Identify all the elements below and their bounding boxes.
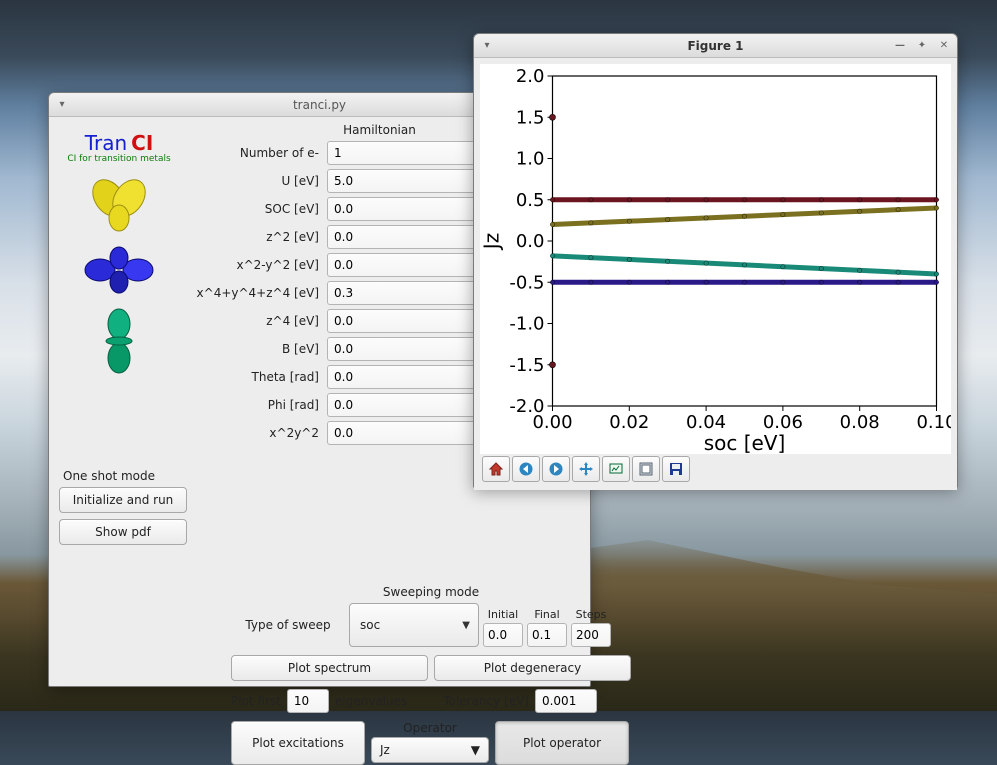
figure-titlebar[interactable]: ▾ Figure 1 — ✦ ✕: [474, 34, 957, 58]
ham-field-label: z^4 [eV]: [177, 314, 327, 328]
ham-field-label: x^2y^2: [177, 426, 327, 440]
ham-field-label: Theta [rad]: [177, 370, 327, 384]
plot-degeneracy-button[interactable]: Plot degeneracy: [434, 655, 631, 681]
svg-text:0.5: 0.5: [516, 190, 545, 211]
initial-input[interactable]: [483, 623, 523, 647]
svg-text:soc [eV]: soc [eV]: [704, 431, 786, 454]
svg-text:-1.0: -1.0: [509, 314, 544, 335]
window-menu-icon[interactable]: ▾: [480, 38, 494, 52]
type-of-sweep-label: Type of sweep: [231, 618, 345, 632]
ham-field-label: U [eV]: [177, 174, 327, 188]
ham-field-label: SOC [eV]: [177, 202, 327, 216]
svg-text:0.0: 0.0: [516, 231, 545, 252]
figure-title: Figure 1: [687, 39, 743, 53]
home-icon[interactable]: [482, 456, 510, 482]
plot-first-input[interactable]: [287, 689, 329, 713]
svg-text:-1.5: -1.5: [509, 355, 544, 376]
ham-field-label: x^2-y^2 [eV]: [177, 258, 327, 272]
pan-icon[interactable]: [572, 456, 600, 482]
tolerancy-input[interactable]: [535, 689, 597, 713]
save-icon[interactable]: [662, 456, 690, 482]
steps-input[interactable]: [571, 623, 611, 647]
svg-text:0.04: 0.04: [686, 412, 726, 433]
plot-first-label: Plot first: [231, 694, 281, 708]
ham-field-label: z^2 [eV]: [177, 230, 327, 244]
matplotlib-toolbar: [480, 454, 951, 484]
show-pdf-button[interactable]: Show pdf: [59, 519, 187, 545]
maximize-icon[interactable]: ✦: [915, 38, 929, 52]
tranci-title: tranci.py: [293, 98, 346, 112]
eigenvalues-label: eigenvalues: [335, 694, 407, 708]
svg-text:0.06: 0.06: [763, 412, 803, 433]
orbital-green-icon: [61, 308, 177, 374]
orbital-blue-icon: [61, 246, 177, 294]
svg-text:0.00: 0.00: [532, 412, 572, 433]
forward-icon[interactable]: [542, 456, 570, 482]
plot-excitations-button[interactable]: Plot excitations: [231, 721, 365, 765]
svg-text:-0.5: -0.5: [509, 272, 544, 293]
ham-field-label: Phi [rad]: [177, 398, 327, 412]
brand-logo: TranCI: [61, 131, 177, 156]
back-icon[interactable]: [512, 456, 540, 482]
chart: -2.0-1.5-1.0-0.50.00.51.01.52.00.000.020…: [480, 64, 951, 454]
minimize-icon[interactable]: —: [893, 38, 907, 52]
svg-text:0.02: 0.02: [609, 412, 649, 433]
zoom-icon[interactable]: [602, 456, 630, 482]
plot-operator-button[interactable]: Plot operator: [495, 721, 629, 765]
ham-field-label: B [eV]: [177, 342, 327, 356]
plot-spectrum-button[interactable]: Plot spectrum: [231, 655, 428, 681]
sweeping-mode-label: Sweeping mode: [231, 585, 631, 599]
ham-field-label: Number of e-: [177, 146, 327, 160]
window-menu-icon[interactable]: ▾: [55, 97, 69, 111]
figure-window: ▾ Figure 1 — ✦ ✕ -2.0-1.5-1.0-0.50.00.51…: [473, 33, 958, 488]
ham-field-label: x^4+y^4+z^4 [eV]: [177, 286, 327, 300]
final-label: Final: [534, 608, 559, 621]
svg-text:2.0: 2.0: [516, 66, 545, 87]
chevron-down-icon: ▼: [462, 620, 470, 631]
svg-text:1.5: 1.5: [516, 107, 545, 128]
type-of-sweep-dropdown[interactable]: soc ▼: [349, 603, 479, 647]
operator-label: Operator: [403, 721, 457, 735]
logo-column: TranCI CI for transition metals: [57, 123, 177, 449]
steps-label: Steps: [576, 608, 607, 621]
initial-label: Initial: [488, 608, 518, 621]
operator-dropdown[interactable]: Jz ▼: [371, 737, 489, 763]
tolerancy-label: Tolerancy [eV]: [443, 694, 529, 708]
orbital-yellow-icon: [61, 178, 177, 232]
svg-text:1.0: 1.0: [516, 149, 545, 170]
final-input[interactable]: [527, 623, 567, 647]
svg-text:Jz: Jz: [480, 233, 504, 251]
svg-text:0.10: 0.10: [916, 412, 951, 433]
close-icon[interactable]: ✕: [937, 38, 951, 52]
chevron-down-icon: ▼: [471, 743, 480, 757]
configure-icon[interactable]: [632, 456, 660, 482]
brand-subtitle: CI for transition metals: [61, 154, 177, 164]
svg-text:0.08: 0.08: [840, 412, 880, 433]
initialize-and-run-button[interactable]: Initialize and run: [59, 487, 187, 513]
